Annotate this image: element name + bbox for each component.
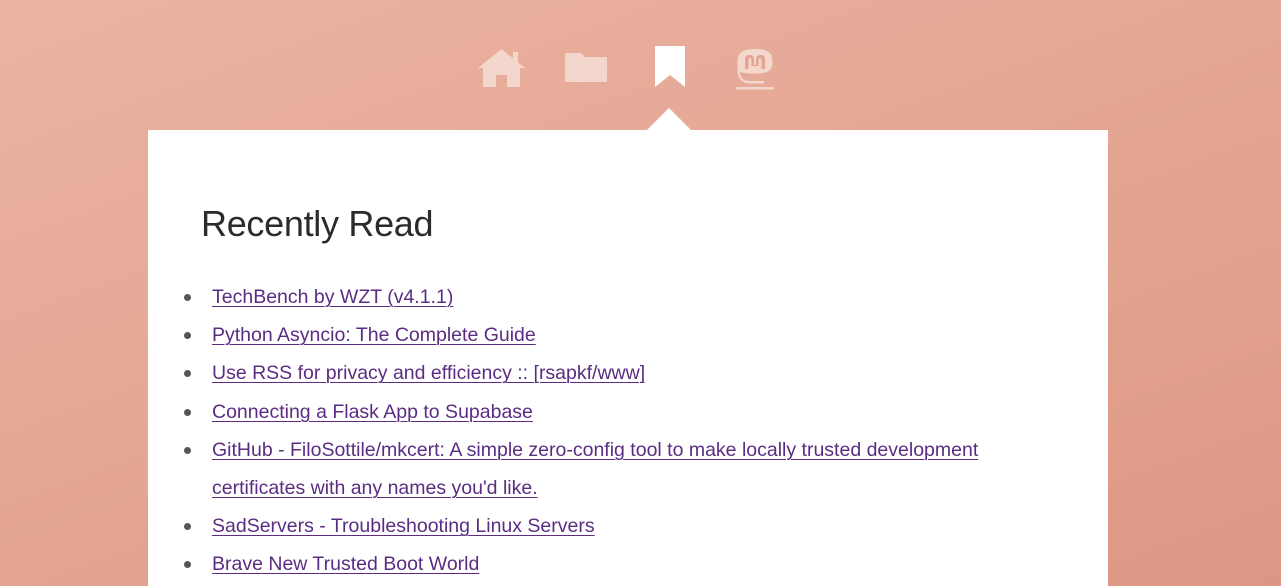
link-trusted-boot[interactable]: Brave New Trusted Boot World	[212, 553, 479, 575]
bullet	[184, 370, 191, 378]
bullet	[184, 408, 191, 416]
bullet	[184, 332, 191, 340]
recently-read-list: TechBench by WZT (v4.1.1) Python Asyncio…	[184, 278, 1004, 584]
list-item: Brave New Trusted Boot World	[184, 545, 1004, 583]
link-rss-privacy[interactable]: Use RSS for privacy and efficiency :: [r…	[212, 362, 645, 384]
link-python-asyncio[interactable]: Python Asyncio: The Complete Guide	[212, 324, 536, 346]
list-item: Python Asyncio: The Complete Guide	[184, 316, 1004, 354]
top-nav	[0, 0, 1281, 130]
bullet	[184, 523, 191, 531]
list-item: Connecting a Flask App to Supabase	[184, 393, 1004, 431]
folder-icon[interactable]	[564, 51, 608, 83]
link-flask-supabase[interactable]: Connecting a Flask App to Supabase	[212, 401, 533, 423]
page-title: Recently Read	[201, 203, 434, 244]
bullet	[184, 561, 191, 569]
list-item: TechBench by WZT (v4.1.1)	[184, 278, 1004, 316]
home-icon[interactable]	[477, 48, 526, 88]
active-tab-pointer	[647, 108, 691, 130]
bookmark-icon[interactable]	[654, 45, 686, 88]
link-sadservers[interactable]: SadServers - Troubleshooting Linux Serve…	[212, 515, 595, 537]
mastodon-icon[interactable]	[736, 48, 774, 90]
link-mkcert[interactable]: GitHub - FiloSottile/mkcert: A simple ze…	[212, 439, 978, 499]
link-techbench[interactable]: TechBench by WZT (v4.1.1)	[212, 286, 453, 308]
list-item: Use RSS for privacy and efficiency :: [r…	[184, 354, 1004, 392]
list-item: GitHub - FiloSottile/mkcert: A simple ze…	[184, 431, 1004, 507]
content-card: Recently Read TechBench by WZT (v4.1.1) …	[148, 130, 1108, 586]
list-item: SadServers - Troubleshooting Linux Serve…	[184, 507, 1004, 545]
bullet	[184, 446, 191, 454]
bullet	[184, 294, 191, 301]
